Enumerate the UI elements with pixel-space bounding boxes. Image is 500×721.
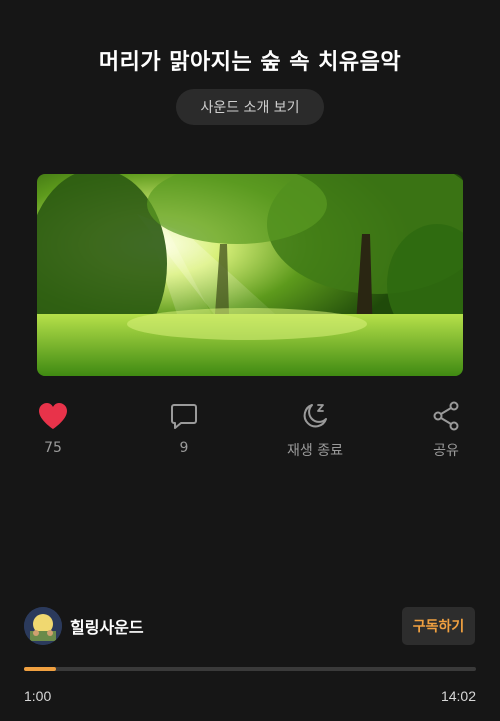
page-title: 머리가 맑아지는 숲 속 치유음악 [98,50,402,75]
sleep-timer-button[interactable]: 재생 종료 [275,400,355,460]
like-button[interactable]: 75 [13,400,93,456]
share-label: 공유 [433,443,459,459]
playback-progress-bar[interactable] [24,667,476,671]
comment-icon [170,400,198,432]
heart-icon [38,400,68,432]
forest-artwork-image [37,174,463,376]
current-time: 1:00 [24,688,52,704]
sound-intro-button[interactable]: 사운드 소개 보기 [176,89,324,125]
subscribe-button[interactable]: 구독하기 [402,607,475,645]
share-icon [432,400,460,432]
channel-info[interactable]: 힐링사운드 [24,606,144,646]
channel-name[interactable]: 힐링사운드 [70,614,144,638]
action-bar: 75 9 재생 종료 공유 [0,400,500,460]
like-count: 75 [44,440,62,456]
share-button[interactable]: 공유 [406,400,486,460]
comment-count: 9 [179,440,189,456]
total-time: 14:02 [440,688,476,704]
moon-icon [300,400,330,432]
channel-avatar[interactable] [24,607,62,645]
playback-progress-fill [24,667,57,671]
comment-button[interactable]: 9 [144,400,224,456]
sleep-timer-label: 재생 종료 [287,443,343,459]
